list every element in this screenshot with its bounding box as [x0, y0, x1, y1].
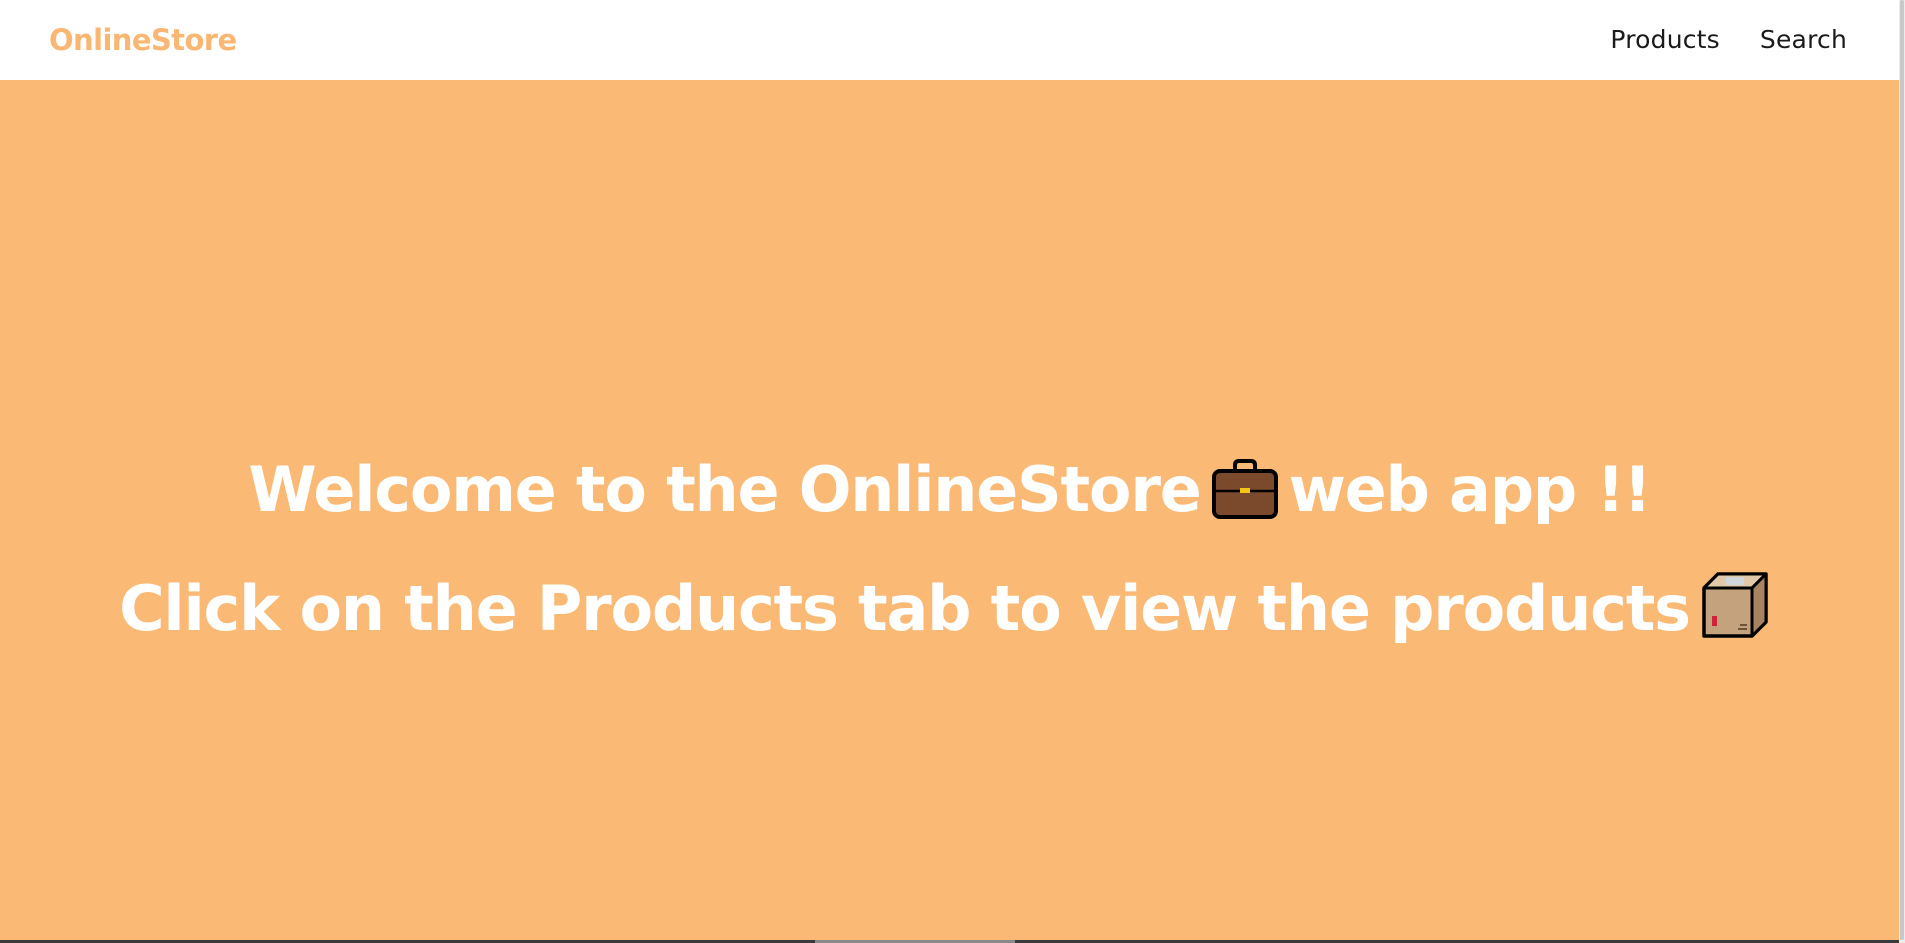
vertical-scroll-thumb[interactable]: [1900, 0, 1904, 940]
page: OnlineStore Products Search Welcome to t…: [0, 0, 1905, 943]
package-box-icon: [1700, 570, 1770, 659]
welcome-text: Welcome to the OnlineStore: [248, 453, 1201, 526]
brand-logo-link[interactable]: OnlineStore: [49, 20, 237, 60]
nav-products-link[interactable]: Products: [1610, 20, 1720, 60]
briefcase-icon: [1211, 457, 1279, 540]
hero-banner: Welcome to the OnlineStore web app !! Cl…: [0, 80, 1899, 940]
instruction-heading: Click on the Products tab to view the pr…: [0, 569, 1899, 659]
welcome-heading: Welcome to the OnlineStore web app !!: [0, 450, 1899, 540]
nav-search-link[interactable]: Search: [1760, 20, 1847, 60]
instruction-text: Click on the Products tab to view the pr…: [119, 572, 1691, 645]
nav-links: Products Search: [1610, 20, 1847, 60]
top-navbar: OnlineStore Products Search: [0, 0, 1899, 80]
vertical-scrollbar[interactable]: [1899, 0, 1905, 943]
web-app-text: web app !!: [1288, 453, 1652, 526]
